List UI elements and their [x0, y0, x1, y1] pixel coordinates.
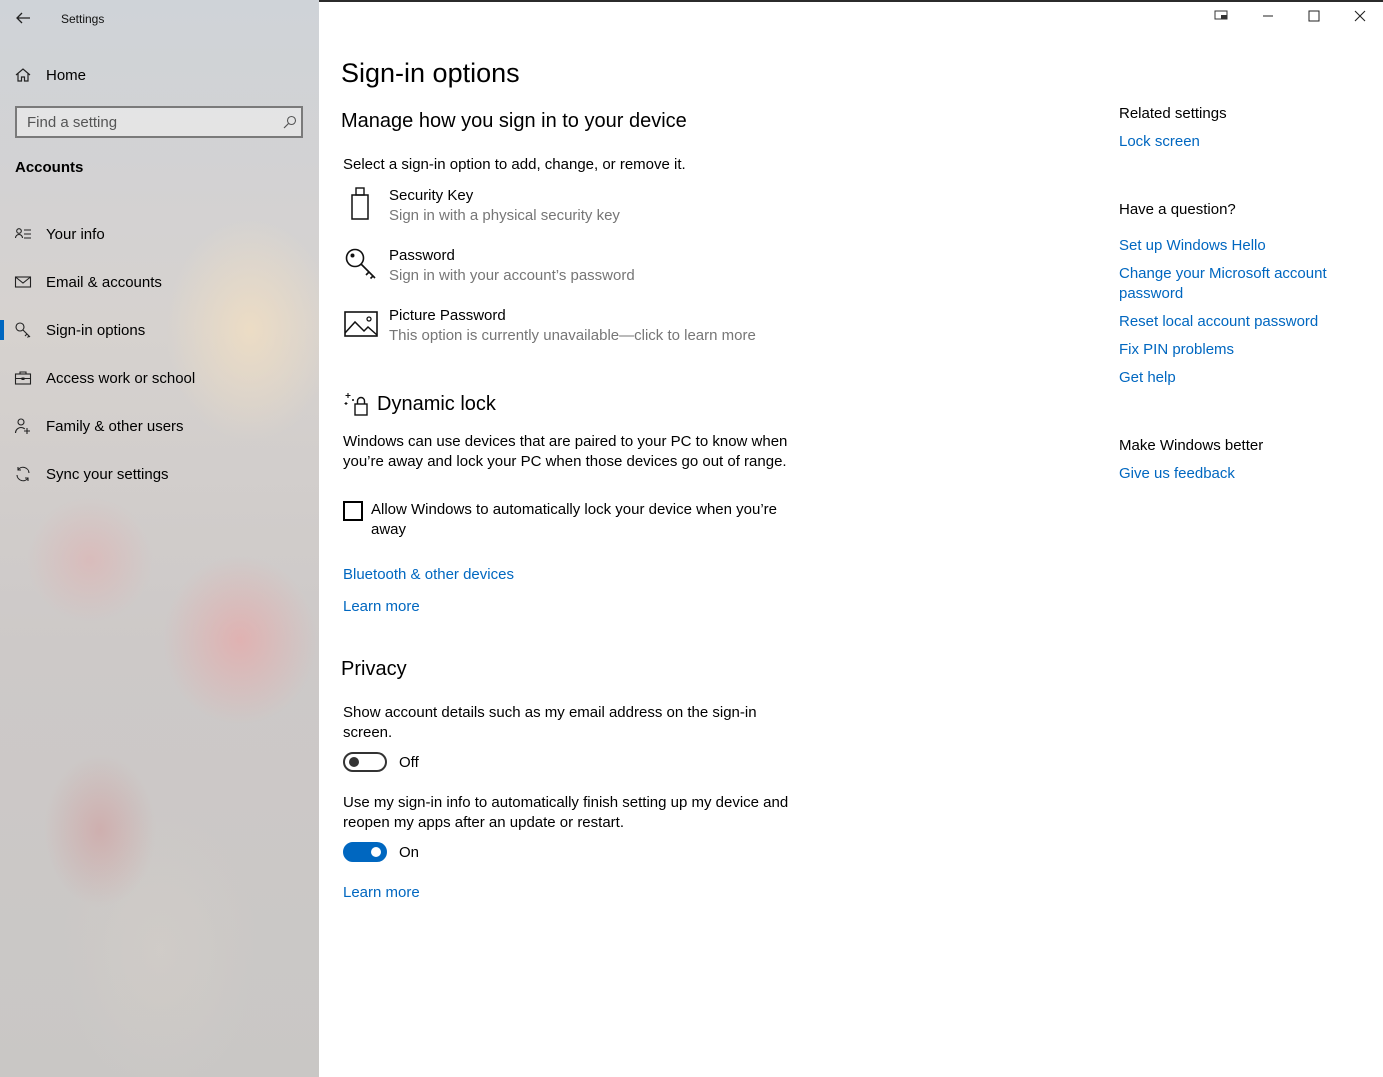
- get-help-link[interactable]: Get help: [1119, 368, 1349, 388]
- option-security-key[interactable]: Security Key Sign in with a physical sec…: [343, 186, 803, 230]
- sidebar-item-label: Sync your settings: [46, 465, 169, 483]
- dynamic-lock-learn-more-link[interactable]: Learn more: [343, 598, 420, 615]
- account-details-toggle-row[interactable]: Off: [343, 751, 419, 773]
- key-icon: [343, 246, 379, 282]
- sidebar: Settings Home Find a setting Accounts Yo…: [0, 0, 319, 1077]
- mail-icon: [14, 273, 32, 291]
- key-icon: [14, 321, 32, 339]
- home-button[interactable]: Home: [14, 64, 86, 86]
- minimize-icon: [1262, 9, 1274, 27]
- picture-icon: [343, 306, 379, 342]
- toggle-state-label: Off: [399, 753, 419, 771]
- fix-pin-problems-link[interactable]: Fix PIN problems: [1119, 340, 1349, 360]
- sidebar-item-sync-settings[interactable]: Sync your settings: [0, 450, 319, 498]
- option-password[interactable]: Password Sign in with your account’s pas…: [343, 246, 803, 290]
- sidebar-nav: Your info Email & accounts Sign-in optio…: [0, 210, 319, 498]
- sidebar-item-family-users[interactable]: Family & other users: [0, 402, 319, 450]
- back-arrow-icon[interactable]: [14, 9, 32, 27]
- option-description: Sign in with your account’s password: [389, 267, 635, 284]
- compact-overlay-button[interactable]: [1199, 0, 1245, 36]
- sidebar-item-label: Sign-in options: [46, 321, 146, 339]
- privacy-setting-sign-in-info: Use my sign-in info to automatically fin…: [343, 794, 789, 831]
- dynamic-lock-description: Windows can use devices that are paired …: [343, 433, 788, 470]
- section-heading-manage: Manage how you sign in to your device: [341, 110, 687, 132]
- section-label-accounts: Accounts: [15, 159, 84, 176]
- sidebar-item-label: Family & other users: [46, 417, 184, 435]
- have-a-question-heading: Have a question?: [1119, 201, 1236, 218]
- option-title: Picture Password: [389, 307, 506, 324]
- toggle-knob: [349, 757, 359, 767]
- home-icon: [14, 66, 32, 84]
- maximize-icon: [1308, 9, 1320, 27]
- sidebar-item-access-work-school[interactable]: Access work or school: [0, 354, 319, 402]
- briefcase-icon: [14, 369, 32, 387]
- sign-in-info-toggle[interactable]: [343, 842, 387, 862]
- search-placeholder: Find a setting: [27, 113, 118, 131]
- sidebar-item-label: Email & accounts: [46, 273, 162, 291]
- minimize-button[interactable]: [1245, 0, 1291, 36]
- bluetooth-devices-link[interactable]: Bluetooth & other devices: [343, 566, 514, 583]
- search-input[interactable]: Find a setting: [15, 106, 303, 138]
- give-feedback-link[interactable]: Give us feedback: [1119, 464, 1349, 484]
- main-content: Sign-in options Manage how you sign in t…: [319, 0, 1099, 1077]
- privacy-heading: Privacy: [341, 658, 407, 680]
- toggle-knob: [371, 847, 381, 857]
- dynamic-lock-icon: [343, 390, 371, 418]
- sync-icon: [14, 465, 32, 483]
- toggle-state-label: On: [399, 843, 420, 861]
- option-picture-password[interactable]: Picture Password This option is currentl…: [343, 306, 843, 350]
- sidebar-item-your-info[interactable]: Your info: [0, 210, 319, 258]
- sign-in-description: Select a sign-in option to add, change, …: [343, 156, 686, 173]
- dynamic-lock-heading: Dynamic lock: [343, 390, 496, 418]
- home-label: Home: [46, 66, 87, 84]
- maximize-button[interactable]: [1291, 0, 1337, 36]
- close-button[interactable]: [1337, 0, 1383, 36]
- related-settings-heading: Related settings: [1119, 105, 1227, 122]
- privacy-setting-account-details: Show account details such as my email ad…: [343, 704, 757, 741]
- person-add-icon: [14, 417, 32, 435]
- title-bar: Settings: [0, 0, 319, 36]
- make-windows-better-heading: Make Windows better: [1119, 437, 1264, 454]
- usb-key-icon: [343, 186, 379, 222]
- option-description: Sign in with a physical security key: [389, 207, 620, 224]
- window-controls: [1199, 0, 1383, 36]
- dynamic-lock-title: Dynamic lock: [377, 392, 496, 415]
- privacy-learn-more-link[interactable]: Learn more: [343, 884, 420, 901]
- search-icon[interactable]: [279, 111, 301, 133]
- sidebar-item-email-accounts[interactable]: Email & accounts: [0, 258, 319, 306]
- sidebar-item-label: Access work or school: [46, 369, 196, 387]
- lock-screen-link[interactable]: Lock screen: [1119, 132, 1349, 152]
- close-icon: [1354, 9, 1366, 27]
- dynamic-lock-checkbox-row[interactable]: Allow Windows to automatically lock your…: [343, 500, 793, 540]
- compact-overlay-icon: [1214, 9, 1230, 27]
- sign-in-info-toggle-row[interactable]: On: [343, 841, 419, 863]
- sidebar-item-label: Your info: [46, 225, 105, 243]
- account-details-toggle[interactable]: [343, 752, 387, 772]
- app-title: Settings: [61, 12, 105, 26]
- option-title: Security Key: [389, 187, 474, 204]
- set-up-windows-hello-link[interactable]: Set up Windows Hello: [1119, 236, 1349, 256]
- dynamic-lock-checkbox[interactable]: [343, 501, 363, 521]
- contact-card-icon: [14, 225, 32, 243]
- option-description: This option is currently unavailable—cli…: [389, 327, 756, 344]
- change-microsoft-password-link[interactable]: Change your Microsoft account password: [1119, 264, 1349, 304]
- dynamic-lock-checkbox-label: Allow Windows to automatically lock your…: [371, 501, 778, 538]
- option-title: Password: [389, 247, 455, 264]
- reset-local-password-link[interactable]: Reset local account password: [1119, 312, 1349, 332]
- sidebar-item-sign-in-options[interactable]: Sign-in options: [0, 306, 319, 354]
- page-title: Sign-in options: [341, 58, 520, 88]
